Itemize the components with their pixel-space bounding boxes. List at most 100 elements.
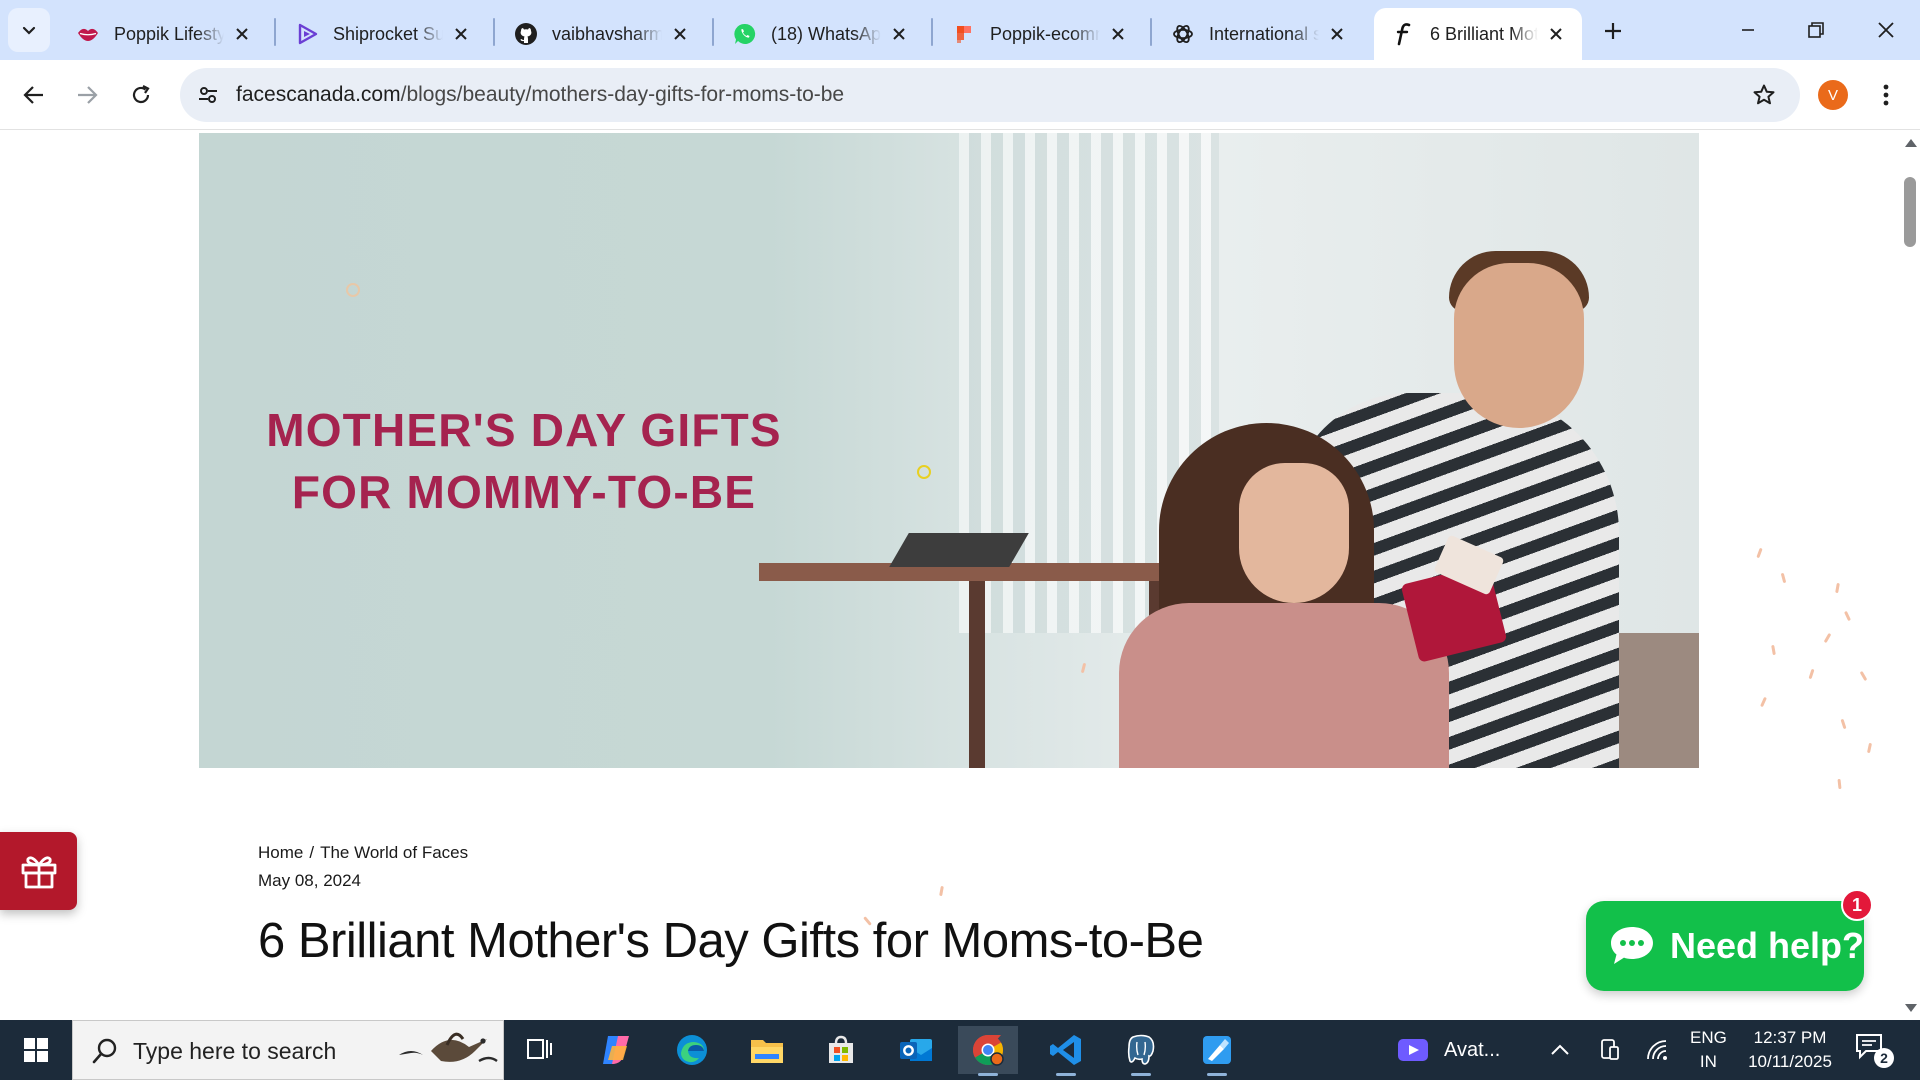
reload-icon	[132, 85, 150, 104]
gift-icon	[21, 856, 56, 889]
tab-search-button[interactable]	[8, 8, 50, 52]
confetti-particle	[1823, 632, 1832, 644]
confetti-particle	[1859, 670, 1868, 682]
language-line: IN	[1699, 1052, 1717, 1071]
taskbar-edge[interactable]	[662, 1026, 722, 1074]
tray-network-button[interactable]	[1642, 1034, 1674, 1066]
chevron-up-icon	[1551, 1044, 1569, 1055]
close-tab-icon[interactable]	[1106, 22, 1130, 46]
desk-leg-graphic	[969, 581, 985, 768]
language-indicator[interactable]: ENG IN	[1690, 1026, 1727, 1074]
tray-device-button[interactable]	[1594, 1034, 1626, 1066]
plus-icon	[1605, 23, 1621, 39]
breadcrumb-home-link[interactable]: Home	[258, 843, 303, 862]
start-button[interactable]	[0, 1020, 72, 1080]
close-tab-icon[interactable]	[887, 22, 911, 46]
tab-poppik-lifestyle[interactable]: Poppik Lifestyle	[58, 8, 268, 60]
tab-faces-canada-blog[interactable]: 6 Brilliant Mothers Day	[1374, 8, 1582, 60]
video-camera-icon	[1398, 1039, 1428, 1061]
edge-icon	[677, 1035, 707, 1065]
new-tab-button[interactable]	[1596, 14, 1630, 48]
scroll-down-arrow-icon[interactable]	[1905, 1004, 1917, 1012]
tab-title: (18) WhatsApp	[771, 23, 881, 44]
system-clock[interactable]: 12:37 PM 10/11/2025	[1740, 1026, 1840, 1074]
language-line: ENG	[1690, 1028, 1727, 1047]
tray-overflow-button[interactable]	[1544, 1034, 1576, 1066]
page-scrollbar[interactable]	[1900, 131, 1920, 1020]
browser-menu-button[interactable]	[1872, 78, 1900, 112]
taskbar-store[interactable]	[811, 1026, 871, 1074]
man-head-graphic	[1454, 263, 1584, 428]
tab-title: Poppik Lifestyle	[114, 23, 224, 44]
url-text[interactable]: facescanada.com/blogs/beauty/mothers-day…	[236, 83, 844, 107]
outlook-icon	[900, 1039, 932, 1061]
need-help-chat-button[interactable]: Need help?	[1586, 901, 1864, 991]
taskbar-paint[interactable]	[1187, 1026, 1247, 1076]
chrome-icon	[972, 1035, 1004, 1066]
back-button[interactable]	[14, 75, 54, 115]
bookmark-star-icon[interactable]	[1750, 81, 1778, 109]
taskbar-vscode[interactable]	[1036, 1026, 1096, 1076]
paint-icon	[1203, 1036, 1231, 1064]
close-window-button[interactable]	[1858, 8, 1914, 52]
chat-bubble-icon	[1610, 927, 1653, 964]
tab-poppik-ecommerce[interactable]: Poppik-ecommerce	[934, 8, 1144, 60]
tab-separator	[931, 18, 933, 46]
arrow-right-icon	[78, 86, 98, 104]
confetti-particle	[1844, 610, 1851, 622]
close-tab-icon[interactable]	[1544, 22, 1568, 46]
clock-time: 12:37 PM	[1753, 1028, 1827, 1047]
reload-button[interactable]	[121, 75, 161, 115]
taskbar-copilot[interactable]	[586, 1026, 646, 1074]
search-icon	[92, 1038, 117, 1064]
taskbar-outlook[interactable]	[886, 1026, 946, 1074]
taskbar-running-app[interactable]: Avat...	[1396, 1030, 1500, 1070]
close-tab-icon[interactable]	[1325, 22, 1349, 46]
scrollbar-thumb[interactable]	[1904, 177, 1916, 247]
profile-avatar[interactable]: V	[1818, 80, 1848, 110]
forward-button[interactable]	[67, 75, 107, 115]
action-center-button[interactable]: 2	[1854, 1032, 1894, 1068]
address-bar[interactable]: facescanada.com/blogs/beauty/mothers-day…	[180, 68, 1800, 122]
confetti-particle	[1866, 742, 1873, 754]
confetti-particle	[1756, 547, 1763, 559]
gift-widget-button[interactable]	[0, 832, 77, 910]
tab-github[interactable]: vaibhavsharma	[496, 8, 706, 60]
site-info-icon[interactable]	[194, 81, 222, 109]
taskbar-postgresql[interactable]	[1111, 1026, 1171, 1076]
tab-shiprocket[interactable]: Shiprocket Support	[277, 8, 487, 60]
kebab-menu-icon	[1883, 84, 1889, 106]
restore-button[interactable]	[1788, 8, 1844, 52]
taskbar-file-explorer[interactable]	[737, 1026, 797, 1074]
minimize-icon	[1742, 29, 1754, 31]
taskbar-task-view[interactable]	[510, 1026, 570, 1074]
close-tab-icon[interactable]	[668, 22, 692, 46]
tab-whatsapp[interactable]: (18) WhatsApp	[715, 8, 925, 60]
hero-headline-line: FOR MOMMY-TO-BE	[291, 466, 757, 518]
task-view-icon	[527, 1039, 552, 1059]
restore-icon	[1808, 22, 1824, 38]
scroll-up-arrow-icon[interactable]	[1905, 139, 1917, 147]
tab-separator	[712, 18, 714, 46]
browser-toolbar: facescanada.com/blogs/beauty/mothers-day…	[0, 60, 1920, 130]
notification-count: 2	[1874, 1048, 1894, 1068]
tab-international-shipping[interactable]: International shipping	[1153, 8, 1363, 60]
page-viewport: MOTHER'S DAY GIFTS FOR MOMMY-TO-BE Home /…	[0, 131, 1900, 1020]
tab-title: vaibhavsharma	[552, 23, 662, 44]
github-icon	[514, 22, 538, 46]
tab-separator	[1150, 18, 1152, 46]
close-tab-icon[interactable]	[449, 22, 473, 46]
chatgpt-icon	[1171, 22, 1195, 46]
need-help-label: Need help?	[1669, 925, 1864, 966]
windows-logo-icon	[24, 1038, 48, 1062]
tablet-mode-icon	[1601, 1039, 1619, 1060]
close-tab-icon[interactable]	[230, 22, 254, 46]
breadcrumb-section-link[interactable]: The World of Faces	[320, 843, 468, 862]
taskbar-search-box[interactable]: Type here to search	[72, 1020, 504, 1080]
url-path: /blogs/beauty/mothers-day-gifts-for-moms…	[400, 83, 845, 106]
file-explorer-icon	[751, 1040, 783, 1063]
taskbar-chrome[interactable]	[958, 1026, 1018, 1076]
hero-headline: MOTHER'S DAY GIFTS FOR MOMMY-TO-BE	[199, 399, 849, 523]
shiprocket-icon	[295, 22, 319, 46]
minimize-button[interactable]	[1720, 8, 1776, 52]
